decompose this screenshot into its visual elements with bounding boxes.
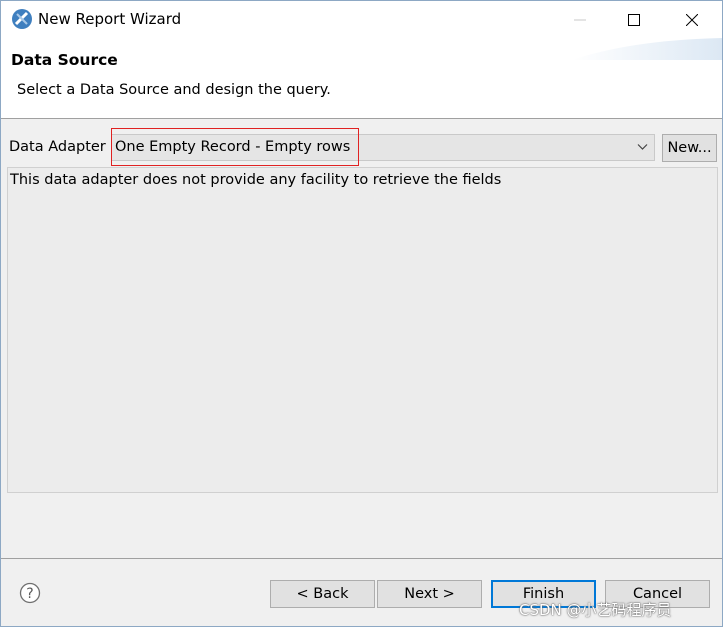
window-title: New Report Wizard (38, 10, 182, 28)
minimize-button[interactable] (551, 1, 608, 38)
cancel-button[interactable]: Cancel (605, 580, 710, 608)
close-button[interactable] (663, 1, 720, 38)
new-adapter-button[interactable]: New... (662, 134, 717, 162)
help-icon[interactable]: ? (19, 582, 41, 604)
maximize-button[interactable] (605, 1, 662, 38)
svg-text:?: ? (26, 586, 33, 602)
header-decoration (572, 38, 722, 60)
finish-button[interactable]: Finish (491, 580, 596, 608)
eclipse-app-icon (12, 9, 32, 29)
back-button[interactable]: < Back (270, 580, 375, 608)
wizard-window: New Report Wizard Data Source Select a D… (0, 0, 723, 627)
data-adapter-combo[interactable]: One Empty Record - Empty rows (111, 134, 655, 161)
page-title: Data Source (11, 51, 118, 69)
close-icon (685, 13, 698, 26)
data-adapter-value: One Empty Record - Empty rows (115, 139, 351, 155)
maximize-icon (627, 13, 640, 26)
next-button[interactable]: Next > (377, 580, 482, 608)
page-description: Select a Data Source and design the quer… (17, 82, 331, 98)
title-bar: New Report Wizard (1, 1, 722, 38)
footer-separator (1, 558, 722, 559)
chevron-down-icon[interactable] (637, 143, 648, 151)
info-panel: This data adapter does not provide any f… (7, 167, 718, 493)
wizard-header: Data Source Select a Data Source and des… (1, 38, 722, 118)
minimize-icon (573, 19, 586, 20)
info-message: This data adapter does not provide any f… (10, 172, 502, 188)
data-adapter-label: Data Adapter (9, 139, 106, 155)
header-separator (1, 118, 722, 119)
